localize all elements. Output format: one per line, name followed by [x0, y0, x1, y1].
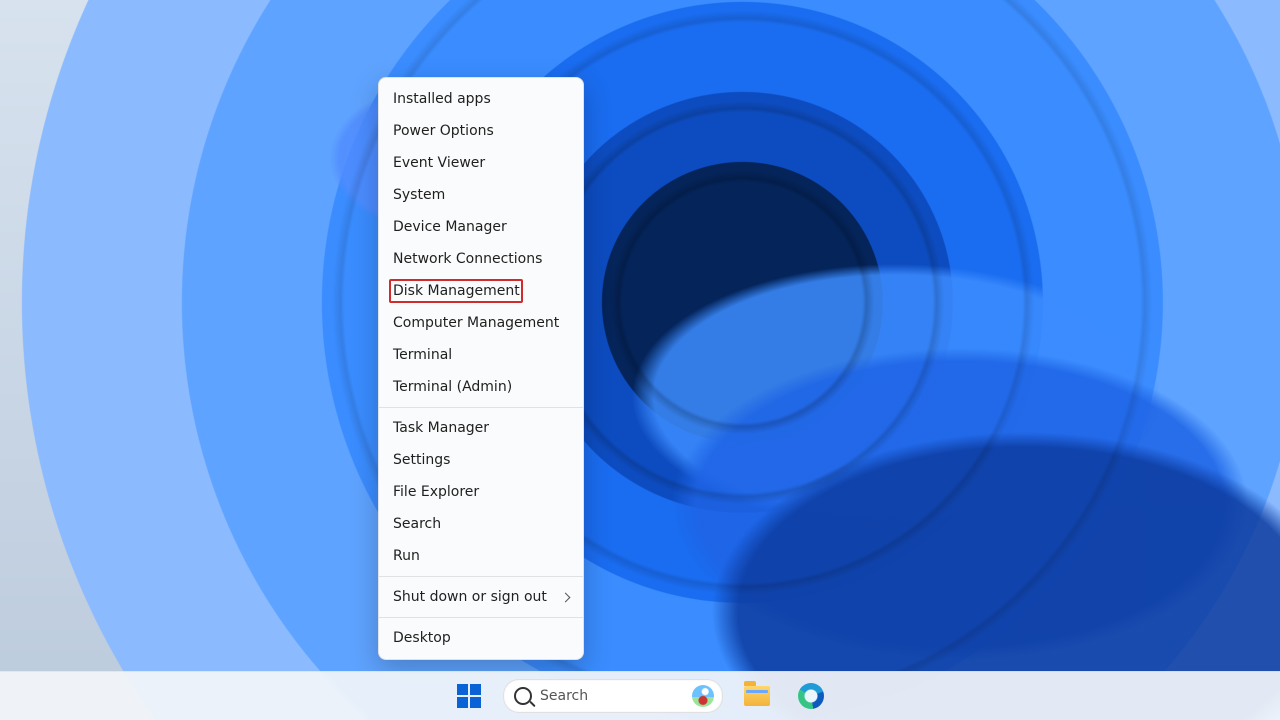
menu-separator	[379, 576, 583, 577]
menu-item-computer-management[interactable]: Computer Management	[379, 307, 583, 339]
menu-item-disk-management[interactable]: Disk Management	[379, 275, 583, 307]
menu-item-terminal[interactable]: Terminal	[379, 339, 583, 371]
folder-icon	[744, 686, 770, 706]
menu-item-label: Power Options	[393, 123, 494, 139]
menu-item-label: Network Connections	[393, 251, 542, 267]
taskbar-file-explorer[interactable]	[737, 676, 777, 716]
menu-item-label: Computer Management	[393, 315, 559, 331]
menu-item-label: System	[393, 187, 445, 203]
winx-context-menu: Installed apps Power Options Event Viewe…	[378, 77, 584, 660]
edge-icon	[798, 683, 824, 709]
menu-item-terminal-admin[interactable]: Terminal (Admin)	[379, 371, 583, 403]
taskbar-edge[interactable]	[791, 676, 831, 716]
menu-item-network-connections[interactable]: Network Connections	[379, 243, 583, 275]
menu-item-label: Run	[393, 548, 420, 564]
menu-item-label: Installed apps	[393, 91, 491, 107]
menu-item-label: File Explorer	[393, 484, 479, 500]
windows-logo-icon	[457, 684, 481, 708]
menu-item-power-options[interactable]: Power Options	[379, 115, 583, 147]
start-button[interactable]	[449, 676, 489, 716]
menu-item-device-manager[interactable]: Device Manager	[379, 211, 583, 243]
menu-item-run[interactable]: Run	[379, 540, 583, 572]
menu-item-label: Terminal	[393, 347, 452, 363]
menu-item-label: Terminal (Admin)	[393, 379, 512, 395]
menu-item-shut-down-sign-out[interactable]: Shut down or sign out	[379, 581, 583, 613]
menu-separator	[379, 407, 583, 408]
taskbar-search[interactable]: Search	[503, 679, 723, 713]
menu-item-settings[interactable]: Settings	[379, 444, 583, 476]
menu-item-label: Task Manager	[393, 420, 489, 436]
menu-item-label: Shut down or sign out	[393, 589, 547, 605]
desktop-wallpaper	[0, 0, 1280, 720]
search-placeholder: Search	[540, 688, 684, 704]
menu-item-label: Desktop	[393, 630, 451, 646]
menu-item-label: Device Manager	[393, 219, 507, 235]
chevron-right-icon	[561, 592, 571, 602]
menu-item-label: Disk Management	[393, 283, 520, 299]
menu-item-desktop[interactable]: Desktop	[379, 622, 583, 654]
search-icon	[514, 687, 532, 705]
menu-item-installed-apps[interactable]: Installed apps	[379, 83, 583, 115]
menu-item-file-explorer[interactable]: File Explorer	[379, 476, 583, 508]
menu-item-system[interactable]: System	[379, 179, 583, 211]
menu-item-event-viewer[interactable]: Event Viewer	[379, 147, 583, 179]
menu-item-search[interactable]: Search	[379, 508, 583, 540]
menu-item-task-manager[interactable]: Task Manager	[379, 412, 583, 444]
menu-item-label: Event Viewer	[393, 155, 485, 171]
menu-item-label: Search	[393, 516, 441, 532]
menu-separator	[379, 617, 583, 618]
taskbar: Search	[0, 671, 1280, 720]
search-highlight-icon	[692, 685, 714, 707]
menu-item-label: Settings	[393, 452, 450, 468]
